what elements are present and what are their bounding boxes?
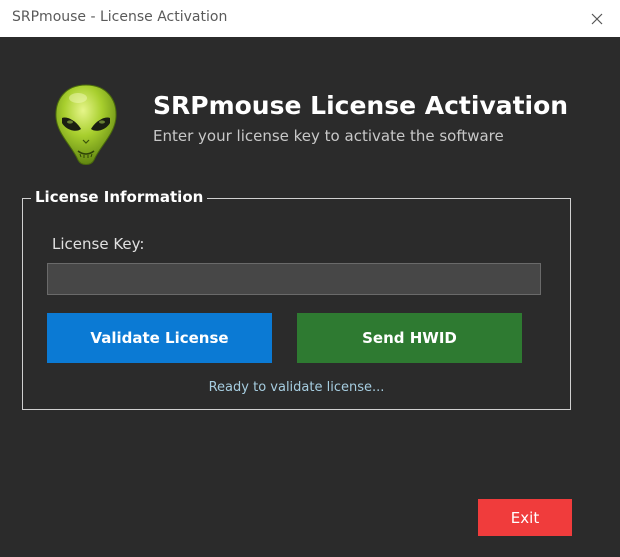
send-hwid-button[interactable]: Send HWID <box>297 313 522 363</box>
license-activation-window: SRPmouse - License Activation SRPmouse L… <box>0 0 620 557</box>
validate-license-button[interactable]: Validate License <box>47 313 272 363</box>
close-icon <box>591 13 603 24</box>
status-text: Ready to validate license... <box>208 380 385 395</box>
title-bar[interactable]: SRPmouse - License Activation <box>0 0 620 37</box>
license-key-input[interactable] <box>47 263 541 295</box>
exit-button[interactable]: Exit <box>478 499 572 536</box>
license-information-group: License Information License Key: Validat… <box>22 188 571 410</box>
app-title: SRPmouse License Activation <box>153 91 569 120</box>
window-title: SRPmouse - License Activation <box>12 9 228 25</box>
license-information-label: License Information <box>31 188 208 206</box>
close-button[interactable] <box>574 0 620 37</box>
main-content: SRPmouse License Activation Enter your l… <box>0 37 620 557</box>
app-subtitle: Enter your license key to activate the s… <box>153 127 504 145</box>
alien-head-icon <box>50 82 122 168</box>
license-key-label: License Key: <box>52 235 145 253</box>
